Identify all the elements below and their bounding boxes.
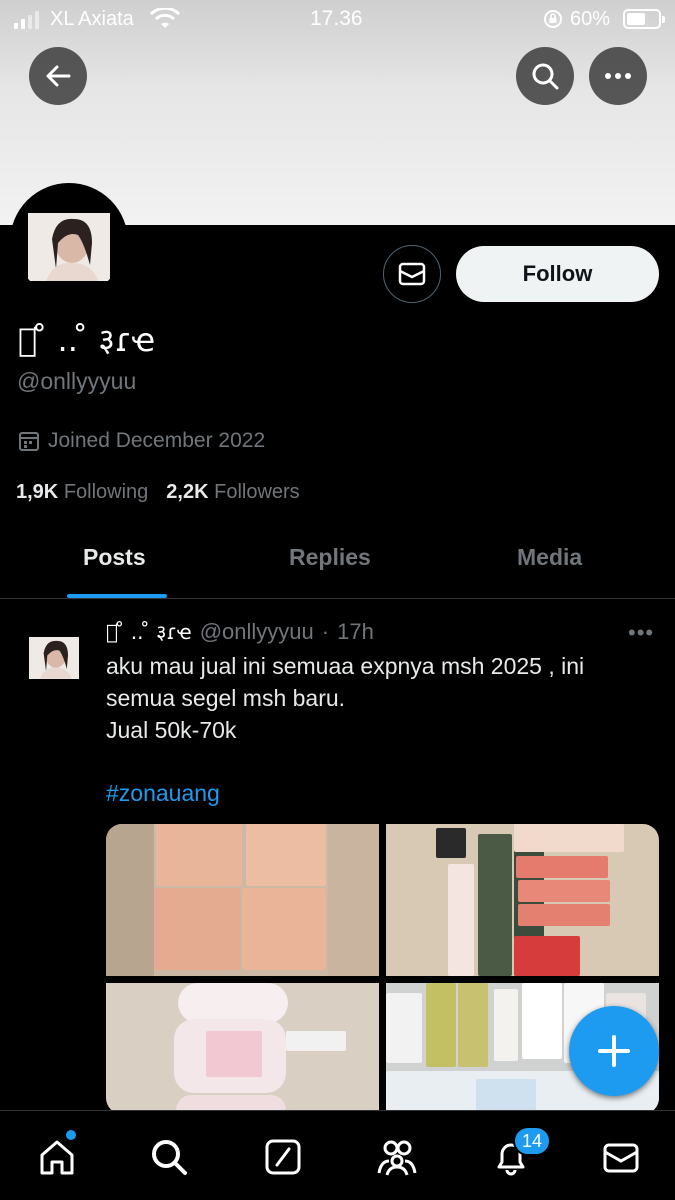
battery-icon	[623, 9, 665, 29]
notifications-badge: 14	[513, 1126, 551, 1156]
nav-communities[interactable]	[373, 1133, 421, 1181]
tweet-author-name[interactable]: ꨄ͘ ̊ .. ̊ ३ɾҽ	[106, 618, 192, 645]
following-link[interactable]: 1,9K Following	[16, 481, 148, 504]
tweet-text-line: semua segel msh baru.	[106, 685, 346, 711]
message-button[interactable]	[383, 245, 441, 303]
plus-icon	[598, 1035, 630, 1067]
follow-counts: 1,9K Following 2,2K Followers	[16, 481, 300, 504]
calendar-icon	[19, 432, 39, 451]
nav-grok[interactable]	[259, 1133, 307, 1181]
profile-display-name: ꨄ͘ ̊ .. ̊ ३ɾҽ	[18, 321, 156, 359]
home-icon	[40, 1140, 74, 1175]
profile-avatar[interactable]	[10, 183, 128, 301]
tweet-timestamp[interactable]: 17h	[337, 619, 374, 645]
tab-media[interactable]: Media	[517, 544, 582, 571]
tweet-separator: ·	[321, 619, 330, 644]
tweet-photo[interactable]	[106, 824, 379, 976]
wifi-icon	[149, 6, 181, 36]
more-button[interactable]	[589, 47, 647, 105]
compose-button[interactable]	[569, 1006, 659, 1096]
tweet-text-line: aku mau jual ini semuaa expnya msh 2025 …	[106, 653, 585, 679]
followers-link[interactable]: 2,2K Followers	[166, 481, 299, 504]
tweet-author-handle[interactable]: @onllyyyuu	[200, 619, 314, 645]
avatar-photo	[29, 637, 79, 679]
tweet-hashtag[interactable]: #zonauang	[106, 780, 220, 807]
tab-replies[interactable]: Replies	[289, 544, 371, 571]
tweet-author-avatar[interactable]	[20, 621, 90, 691]
back-button[interactable]	[29, 47, 87, 105]
bottom-nav	[0, 1110, 675, 1200]
tweet-text-line: Jual 50k-70k	[106, 717, 237, 743]
join-date: Joined December 2022	[18, 429, 265, 453]
arrow-left-icon	[46, 65, 71, 87]
profile-handle: @onllyyyuu	[17, 368, 137, 394]
communities-icon	[377, 1140, 417, 1176]
clock: 17.36	[310, 7, 363, 30]
envelope-icon	[603, 1143, 639, 1173]
followers-count: 2,2K	[166, 481, 209, 503]
search-button[interactable]	[516, 47, 574, 105]
following-count: 1,9K	[16, 481, 59, 503]
home-unread-dot	[66, 1130, 76, 1140]
tweet-more-icon[interactable]: •••	[628, 620, 654, 646]
tweet-text: aku mau jual ini semuaa expnya msh 2025 …	[106, 650, 661, 746]
grok-icon	[265, 1139, 301, 1175]
nav-search[interactable]	[145, 1133, 193, 1181]
tweet-header: ꨄ͘ ̊ .. ̊ ३ɾҽ @onllyyyuu · 17h	[106, 618, 374, 645]
status-bar: XL Axiata 17.36 60%	[0, 0, 675, 40]
follow-button[interactable]: Follow	[456, 246, 659, 302]
tab-posts[interactable]: Posts	[83, 544, 146, 571]
active-tab-indicator	[67, 594, 167, 598]
following-label: Following	[63, 481, 149, 503]
nav-messages[interactable]	[597, 1133, 645, 1181]
search-icon	[152, 1140, 187, 1175]
more-horizontal-icon	[605, 73, 631, 79]
nav-home[interactable]	[33, 1133, 81, 1181]
battery-percentage: 60%	[570, 8, 611, 30]
avatar-photo	[28, 213, 110, 281]
tweet-photo[interactable]	[386, 824, 659, 976]
carrier-name: XL Axiata	[50, 8, 134, 30]
tweet-photo[interactable]	[106, 983, 379, 1114]
cell-signal-icon	[14, 11, 39, 29]
envelope-icon	[398, 262, 426, 286]
orientation-lock-icon	[543, 9, 563, 35]
join-date-text: Joined December 2022	[48, 429, 266, 452]
profile-tabs: Posts Replies Media	[0, 522, 675, 599]
followers-label: Followers	[214, 481, 300, 503]
search-icon	[532, 63, 559, 90]
